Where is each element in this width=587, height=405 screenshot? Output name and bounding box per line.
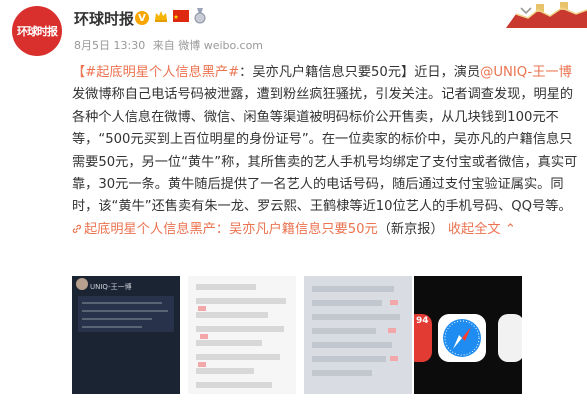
collapse-button[interactable]: 收起全文 ⌃ bbox=[448, 222, 516, 237]
mention-link[interactable]: @UNIQ-王一博 bbox=[480, 65, 572, 80]
post-image-1[interactable]: UNIQ-王一博 bbox=[72, 276, 180, 394]
crown-icon bbox=[155, 11, 167, 22]
text-line bbox=[82, 318, 152, 320]
link-icon bbox=[72, 224, 82, 233]
text-line bbox=[82, 310, 168, 312]
text-line bbox=[82, 326, 142, 328]
collapse-label: 收起全文 bbox=[447, 221, 501, 237]
post-suffix: （新京报） bbox=[377, 221, 444, 237]
app-icon: 94 bbox=[414, 314, 432, 362]
post-header: 环球时报 环球时报 V 8月5日 13:30 来自 微博 weibo.com bbox=[0, 0, 587, 62]
post-image-4[interactable]: 94 bbox=[414, 276, 522, 394]
avatar bbox=[76, 278, 88, 290]
app-icon bbox=[498, 314, 522, 362]
post-image-2[interactable] bbox=[188, 276, 296, 394]
post-meta: 8月5日 13:30 来自 微博 weibo.com bbox=[74, 37, 267, 53]
post-body: 【#起底明星个人信息黑产#：吴亦凡户籍信息只要50元】近日，演员@UNIQ-王一… bbox=[72, 62, 578, 241]
account-name[interactable]: 环球时报 bbox=[74, 8, 134, 29]
avatar-logo-text: 环球时报 bbox=[17, 25, 58, 38]
image-username: UNIQ-王一博 bbox=[90, 283, 132, 291]
post-date[interactable]: 8月5日 13:30 bbox=[74, 39, 145, 52]
verified-badge-icon: V bbox=[135, 11, 149, 25]
safari-icon bbox=[438, 314, 486, 362]
post-image-3[interactable] bbox=[304, 276, 412, 394]
chevron-up-icon: ⌃ bbox=[504, 221, 516, 237]
notification-badge: 94 bbox=[416, 316, 429, 326]
topic-hashtag-link[interactable]: 【#起底明星个人信息黑产# bbox=[72, 65, 239, 80]
post-text: 发微博称自己电话号码被泄露，遭到粉丝疯狂骚扰，引发关注。记者调查发现，明星的各种… bbox=[72, 87, 578, 215]
post-intro: ：吴亦凡户籍信息只要50元】近日，演员 bbox=[239, 65, 481, 80]
medal-icon bbox=[194, 8, 206, 24]
china-flag-icon bbox=[173, 10, 189, 22]
article-link[interactable]: 起底明星个人信息黑产：吴亦凡户籍信息只要50元 bbox=[72, 222, 378, 237]
article-link-label: 起底明星个人信息黑产：吴亦凡户籍信息只要50元 bbox=[84, 221, 378, 237]
post-source: 来自 微博 weibo.com bbox=[152, 39, 264, 52]
avatar[interactable]: 环球时报 bbox=[12, 6, 62, 56]
text-line bbox=[82, 302, 162, 304]
chevron-down-icon[interactable] bbox=[519, 6, 533, 16]
